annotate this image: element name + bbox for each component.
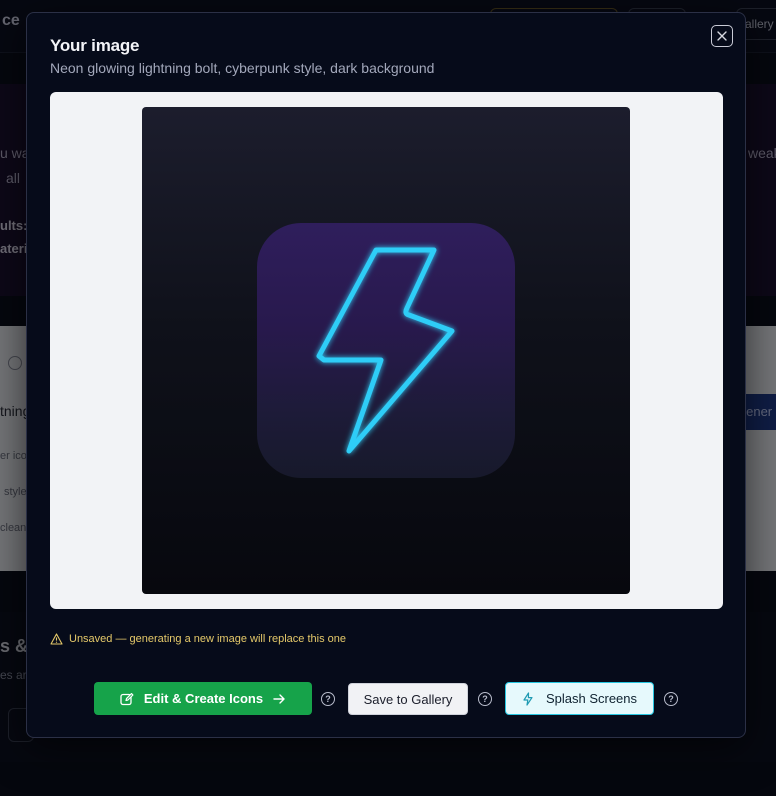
edit-create-icons-button[interactable]: Edit & Create Icons xyxy=(94,682,312,715)
help-icon[interactable]: ? xyxy=(478,692,492,706)
warning-icon xyxy=(50,633,63,645)
save-to-gallery-button[interactable]: Save to Gallery xyxy=(348,683,468,715)
edit-icon xyxy=(120,692,134,705)
arrow-right-icon xyxy=(273,693,285,704)
help-icon[interactable]: ? xyxy=(321,692,335,706)
close-button[interactable] xyxy=(711,25,733,47)
unsaved-warning: Unsaved — generating a new image will re… xyxy=(50,633,346,645)
lightning-icon xyxy=(523,691,533,706)
warning-text: Unsaved — generating a new image will re… xyxy=(69,633,346,645)
close-icon xyxy=(717,31,727,41)
generated-image xyxy=(142,107,630,594)
splash-screens-button[interactable]: Splash Screens xyxy=(505,682,654,715)
splash-screens-label: Splash Screens xyxy=(545,691,638,706)
image-preview-frame xyxy=(50,92,723,609)
help-icon[interactable]: ? xyxy=(664,692,678,706)
lightning-bolt-icon xyxy=(316,247,455,454)
modal-subtitle: Neon glowing lightning bolt, cyberpunk s… xyxy=(50,60,435,76)
image-modal: Your image Neon glowing lightning bolt, … xyxy=(26,12,746,738)
modal-title: Your image xyxy=(50,36,140,55)
edit-create-label: Edit & Create Icons xyxy=(143,691,264,706)
